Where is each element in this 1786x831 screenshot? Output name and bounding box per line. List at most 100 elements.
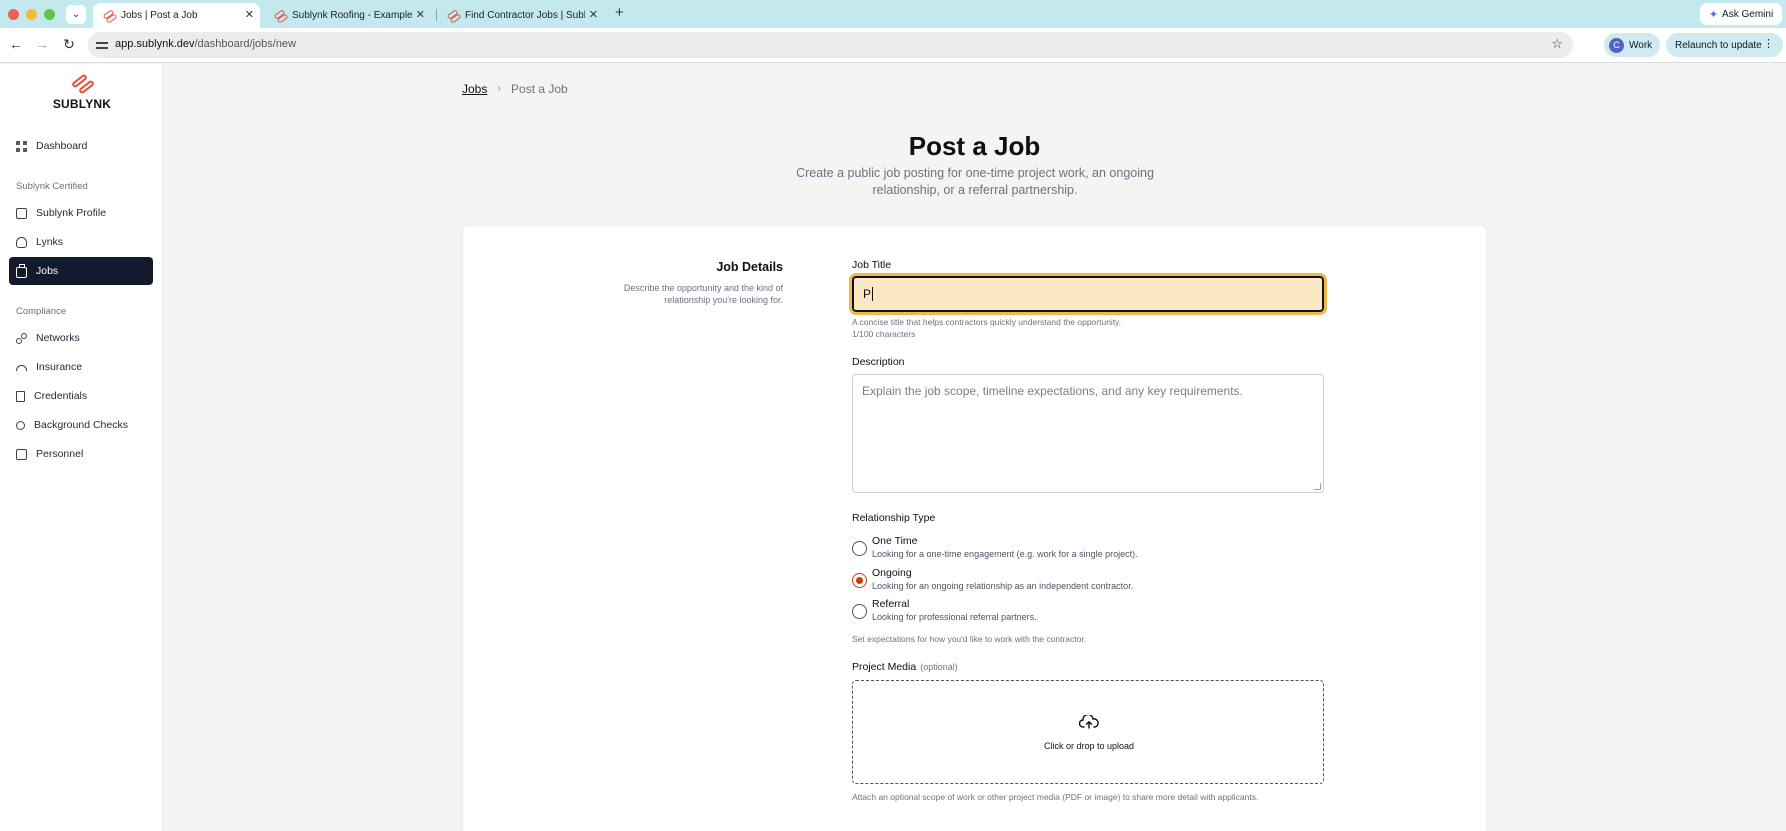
reload-icon[interactable]: ↻ [60,36,78,53]
sidebar-item-sublynk-profile[interactable]: Sublynk Profile [9,199,153,227]
sublynk-favicon-icon [274,10,286,22]
radio-description: Looking for a one-time engagement (e.g. … [872,549,1138,559]
tab-close-icon[interactable]: ✕ [589,8,598,21]
sidebar-item-label: Personnel [36,448,84,460]
sidebar-item-label: Background Checks [34,419,128,431]
tab-title: Jobs | Post a Job [121,10,198,21]
address-bar[interactable]: app.sublynk.dev/dashboard/jobs/new ☆ [88,32,1573,58]
minimize-window-button[interactable] [26,9,37,20]
breadcrumb-current: Post a Job [511,82,568,96]
site-settings-icon[interactable] [96,39,108,51]
logo-text: SUBLYNK [52,97,112,111]
sublynk-favicon-icon [447,10,459,22]
radio-title: Referral [872,598,910,610]
radio-title: One Time [872,535,918,547]
sidebar-item-jobs[interactable]: Jobs [9,257,153,285]
browser-toolbar: ← → ↻ app.sublynk.dev/dashboard/jobs/new… [0,28,1786,63]
sidebar-item-label: Sublynk Profile [36,207,107,219]
sidebar-item-lynks[interactable]: Lynks [9,228,153,256]
profile-chip[interactable]: C Work [1604,33,1660,57]
description-placeholder: Explain the job scope, timeline expectat… [862,384,1243,398]
project-media-label: Project Media (optional) [852,661,958,673]
page-subtitle: Create a public job posting for one-time… [796,166,1154,197]
back-arrow-icon[interactable]: ← [7,36,25,52]
url-text: app.sublynk.dev/dashboard/jobs/new [115,38,297,50]
radio-description: Looking for an ongoing relationship as a… [872,581,1134,591]
relaunch-label: Relaunch to update [1675,39,1762,51]
tab-close-icon[interactable]: ✕ [245,8,254,21]
sidebar-item-personnel[interactable]: Personnel [9,440,153,468]
avatar: C [1609,37,1624,53]
network-icon [16,332,27,344]
chevron-right-icon: › [497,83,502,95]
ask-gemini-label: Ask Gemini [1722,8,1774,20]
optional-tag: (optional) [920,662,958,672]
resize-handle-icon[interactable] [1314,483,1321,490]
sidebar: SUBLYNK Dashboard Sublynk Certified Subl… [0,64,163,831]
bookmark-star-icon[interactable]: ☆ [1551,36,1563,52]
job-title-char-count: 1/100 characters [852,329,916,339]
sublynk-logo[interactable]: SUBLYNK [52,73,112,114]
radio-button[interactable] [852,541,867,556]
sidebar-item-label: Lynks [36,236,64,248]
gemini-spark-icon: ✦ [1708,8,1719,21]
document-icon [16,390,25,402]
radio-title: Ongoing [872,567,912,579]
description-textarea[interactable]: Explain the job scope, timeline expectat… [852,374,1324,493]
sidebar-item-label: Jobs [36,265,59,277]
id-card-icon [16,448,27,460]
radio-option-one-time[interactable]: One Time Looking for a one-time engageme… [852,535,1332,565]
sidebar-item-label: Insurance [36,361,83,373]
relationship-type-label: Relationship Type [852,512,936,524]
tab-title: Sublynk Roofing - Example C [292,10,412,21]
sidebar-section-compliance: Compliance [16,306,67,317]
description-label: Description [852,356,905,368]
tab-title: Find Contractor Jobs | Sublyn [465,10,585,21]
sidebar-item-background-checks[interactable]: Background Checks [9,411,153,439]
radio-button-checked[interactable] [852,573,867,588]
building-icon [16,207,27,219]
browser-tab[interactable]: Sublynk Roofing - Example C ✕ [264,3,431,28]
tab-search-button[interactable]: ⌄ [66,5,86,24]
job-title-input[interactable]: P [849,273,1327,315]
job-title-help: A concise title that helps contractors q… [852,317,1122,327]
radio-description: Looking for professional referral partne… [872,612,1037,622]
project-media-help: Attach an optional scope of work or othe… [852,792,1259,802]
users-icon [16,236,27,248]
briefcase-icon [16,264,27,278]
section-title: Job Details [716,260,783,274]
new-tab-button[interactable]: + [615,4,624,21]
sublynk-logo-mark-icon [70,73,96,95]
page-title: Post a Job [908,131,1041,161]
umbrella-icon [16,364,27,371]
job-title-label: Job Title [852,259,892,271]
sidebar-item-label: Credentials [34,390,88,402]
sidebar-item-credentials[interactable]: Credentials [9,382,153,410]
radio-option-referral[interactable]: Referral Looking for professional referr… [852,598,1332,628]
search-icon [16,420,25,430]
maximize-window-button[interactable] [44,9,55,20]
sidebar-item-label: Networks [36,332,80,344]
breadcrumb: Jobs › Post a Job [462,82,568,96]
section-description: Describe the opportunity and the kind of… [623,283,783,305]
sidebar-item-networks[interactable]: Networks [9,324,153,352]
sidebar-item-insurance[interactable]: Insurance [9,353,153,381]
job-title-value: P [863,287,872,301]
sublynk-favicon-icon [103,10,115,22]
tab-close-icon[interactable]: ✕ [416,8,425,21]
radio-button[interactable] [852,604,867,619]
more-menu-icon[interactable]: ⋮ [1763,37,1774,50]
relaunch-to-update-button[interactable]: Relaunch to update ⋮ [1666,33,1783,57]
profile-name: Work [1629,39,1653,51]
close-window-button[interactable] [8,9,19,20]
breadcrumb-jobs-link[interactable]: Jobs [462,82,487,96]
ask-gemini-button[interactable]: ✦ Ask Gemini [1700,3,1782,25]
radio-option-ongoing[interactable]: Ongoing Looking for an ongoing relations… [852,567,1332,597]
file-upload-dropzone[interactable]: Click or drop to upload [852,680,1324,784]
cloud-upload-icon [1079,715,1099,729]
browser-tab[interactable]: Find Contractor Jobs | Sublyn ✕ [437,3,604,28]
browser-tab-active[interactable]: Jobs | Post a Job ✕ [93,3,260,28]
upload-label: Click or drop to upload [1043,741,1135,751]
browser-tab-bar: ⌄ Jobs | Post a Job ✕ Sublynk Roofing - … [0,0,1786,28]
forward-arrow-icon[interactable]: → [33,36,51,52]
